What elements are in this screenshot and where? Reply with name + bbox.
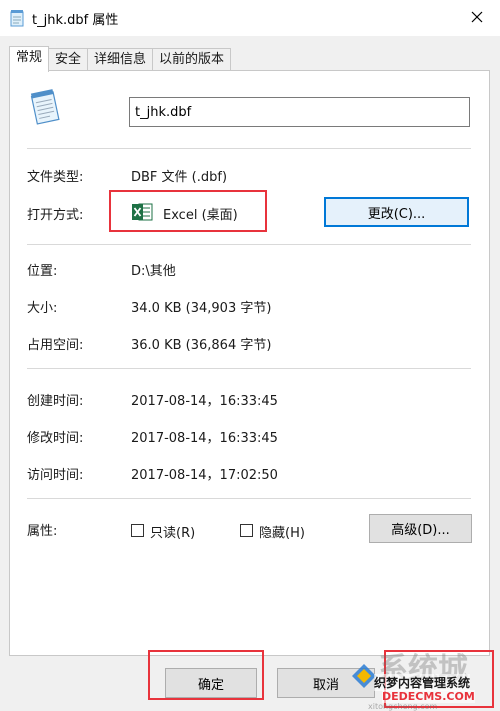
readonly-checkbox[interactable] — [131, 524, 144, 537]
watermark-line1: 织梦内容管理系统 — [374, 674, 471, 691]
divider — [27, 148, 471, 149]
accessed-value: 2017-08-14，17:02:50 — [131, 468, 278, 483]
size-on-disk-label: 占用空间: — [27, 338, 84, 353]
window-title: t_jhk.dbf 属性 — [32, 13, 119, 28]
change-button[interactable]: 更改(C)... — [324, 197, 469, 227]
location-value: D:\其他 — [131, 264, 176, 279]
size-on-disk-value: 36.0 KB (36,864 字节) — [131, 338, 272, 353]
opens-with-app: Excel (桌面) — [163, 208, 238, 223]
notepad-file-icon — [28, 88, 62, 130]
location-label: 位置: — [27, 264, 58, 279]
divider — [27, 368, 471, 369]
file-type-value: DBF 文件 (.dbf) — [131, 170, 228, 185]
tab-general[interactable]: 常规 — [9, 46, 50, 72]
general-panel — [9, 70, 490, 656]
modified-label: 修改时间: — [27, 431, 84, 446]
tab-details[interactable]: 详细信息 — [87, 48, 154, 71]
created-label: 创建时间: — [27, 394, 84, 409]
close-icon — [471, 11, 483, 23]
title-bar: t_jhk.dbf 属性 — [0, 0, 500, 36]
file-type-label: 文件类型: — [27, 170, 84, 185]
size-value: 34.0 KB (34,903 字节) — [131, 301, 272, 316]
opens-with-label: 打开方式: — [27, 208, 84, 223]
notepad-file-icon — [8, 9, 26, 31]
file-name-input[interactable] — [129, 97, 470, 127]
watermark: 系统城 织梦内容管理系统 DEDECMS.COM xitongcheng.com — [350, 640, 500, 711]
divider — [27, 244, 471, 245]
attributes-label: 属性: — [27, 524, 58, 539]
ok-button[interactable]: 确定 — [165, 668, 257, 698]
close-button[interactable] — [454, 0, 500, 34]
tab-strip: 常规 安全 详细信息 以前的版本 — [9, 46, 232, 72]
created-value: 2017-08-14，16:33:45 — [131, 394, 278, 409]
size-label: 大小: — [27, 301, 58, 316]
readonly-label[interactable]: 只读(R) — [150, 522, 195, 541]
excel-icon — [131, 201, 153, 227]
accessed-label: 访问时间: — [27, 468, 84, 483]
tab-previous-versions[interactable]: 以前的版本 — [152, 48, 232, 71]
hidden-checkbox[interactable] — [240, 524, 253, 537]
tab-security[interactable]: 安全 — [48, 48, 89, 71]
hidden-label[interactable]: 隐藏(H) — [259, 522, 305, 541]
advanced-button[interactable]: 高级(D)... — [369, 514, 472, 543]
divider — [27, 498, 471, 499]
modified-value: 2017-08-14，16:33:45 — [131, 431, 278, 446]
